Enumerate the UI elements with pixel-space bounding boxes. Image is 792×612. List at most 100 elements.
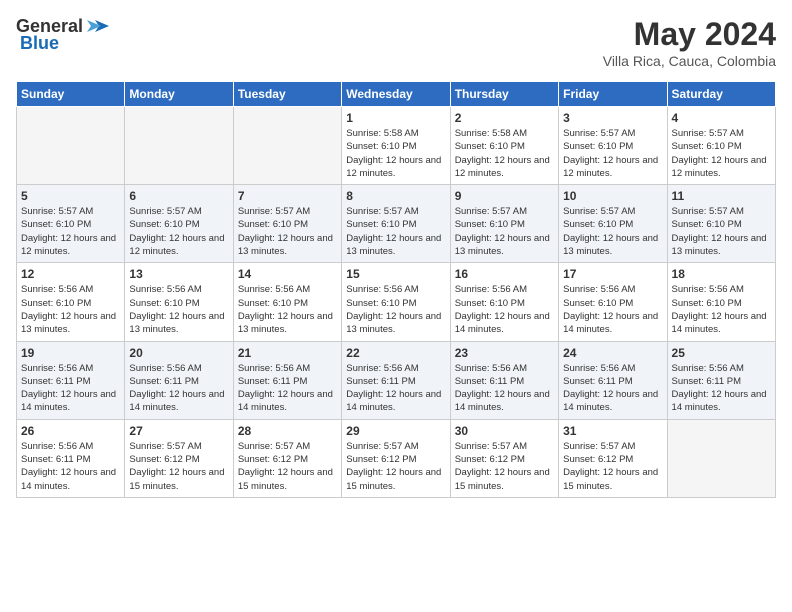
day-info: Sunrise: 5:56 AMSunset: 6:10 PMDaylight:… bbox=[129, 283, 228, 336]
day-info: Sunrise: 5:57 AMSunset: 6:10 PMDaylight:… bbox=[672, 127, 771, 180]
calendar-table: Sunday Monday Tuesday Wednesday Thursday… bbox=[16, 81, 776, 498]
day-number: 2 bbox=[455, 111, 554, 125]
table-row: 18 Sunrise: 5:56 AMSunset: 6:10 PMDayligh… bbox=[667, 263, 775, 341]
table-row: 8 Sunrise: 5:57 AMSunset: 6:10 PMDaylight… bbox=[342, 185, 450, 263]
day-info: Sunrise: 5:56 AMSunset: 6:11 PMDaylight:… bbox=[346, 362, 445, 415]
logo-blue: Blue bbox=[20, 33, 59, 54]
day-info: Sunrise: 5:57 AMSunset: 6:10 PMDaylight:… bbox=[563, 127, 662, 180]
logo-bird-icon bbox=[87, 18, 109, 36]
table-row: 23 Sunrise: 5:56 AMSunset: 6:11 PMDayligh… bbox=[450, 341, 558, 419]
day-number: 19 bbox=[21, 346, 120, 360]
col-wednesday: Wednesday bbox=[342, 82, 450, 107]
table-row: 1 Sunrise: 5:58 AMSunset: 6:10 PMDaylight… bbox=[342, 107, 450, 185]
day-info: Sunrise: 5:57 AMSunset: 6:10 PMDaylight:… bbox=[129, 205, 228, 258]
table-row: 12 Sunrise: 5:56 AMSunset: 6:10 PMDayligh… bbox=[17, 263, 125, 341]
day-number: 14 bbox=[238, 267, 337, 281]
col-tuesday: Tuesday bbox=[233, 82, 341, 107]
table-row: 25 Sunrise: 5:56 AMSunset: 6:11 PMDayligh… bbox=[667, 341, 775, 419]
table-row: 22 Sunrise: 5:56 AMSunset: 6:11 PMDayligh… bbox=[342, 341, 450, 419]
day-info: Sunrise: 5:57 AMSunset: 6:12 PMDaylight:… bbox=[563, 440, 662, 493]
day-number: 10 bbox=[563, 189, 662, 203]
logo: General Blue bbox=[16, 16, 109, 54]
day-number: 4 bbox=[672, 111, 771, 125]
table-row bbox=[667, 419, 775, 497]
table-row: 11 Sunrise: 5:57 AMSunset: 6:10 PMDayligh… bbox=[667, 185, 775, 263]
day-number: 15 bbox=[346, 267, 445, 281]
table-row: 3 Sunrise: 5:57 AMSunset: 6:10 PMDaylight… bbox=[559, 107, 667, 185]
table-row: 21 Sunrise: 5:56 AMSunset: 6:11 PMDayligh… bbox=[233, 341, 341, 419]
day-number: 11 bbox=[672, 189, 771, 203]
day-info: Sunrise: 5:57 AMSunset: 6:10 PMDaylight:… bbox=[238, 205, 337, 258]
table-row: 10Sunrise: 5:57 AMSunset: 6:10 PMDayligh… bbox=[559, 185, 667, 263]
table-row: 31 Sunrise: 5:57 AMSunset: 6:12 PMDayligh… bbox=[559, 419, 667, 497]
day-info: Sunrise: 5:57 AMSunset: 6:12 PMDaylight:… bbox=[238, 440, 337, 493]
day-info: Sunrise: 5:57 AMSunset: 6:10 PMDaylight:… bbox=[672, 205, 771, 258]
table-row: 17 Sunrise: 5:56 AMSunset: 6:10 PMDayligh… bbox=[559, 263, 667, 341]
col-saturday: Saturday bbox=[667, 82, 775, 107]
table-row: 13 Sunrise: 5:56 AMSunset: 6:10 PMDayligh… bbox=[125, 263, 233, 341]
calendar-week-row: 26Sunrise: 5:56 AMSunset: 6:11 PMDayligh… bbox=[17, 419, 776, 497]
table-row: 28 Sunrise: 5:57 AMSunset: 6:12 PMDayligh… bbox=[233, 419, 341, 497]
table-row: 4 Sunrise: 5:57 AMSunset: 6:10 PMDaylight… bbox=[667, 107, 775, 185]
table-row: 14 Sunrise: 5:56 AMSunset: 6:10 PMDayligh… bbox=[233, 263, 341, 341]
day-info: Sunrise: 5:56 AMSunset: 6:11 PMDaylight:… bbox=[129, 362, 228, 415]
day-info: Sunrise: 5:56 AMSunset: 6:11 PMDaylight:… bbox=[563, 362, 662, 415]
day-number: 24 bbox=[563, 346, 662, 360]
day-number: 26 bbox=[21, 424, 120, 438]
table-row: 9Sunrise: 5:57 AMSunset: 6:10 PMDaylight… bbox=[450, 185, 558, 263]
day-info: Sunrise: 5:57 AMSunset: 6:12 PMDaylight:… bbox=[455, 440, 554, 493]
day-info: Sunrise: 5:58 AMSunset: 6:10 PMDaylight:… bbox=[346, 127, 445, 180]
day-info: Sunrise: 5:56 AMSunset: 6:10 PMDaylight:… bbox=[563, 283, 662, 336]
day-number: 23 bbox=[455, 346, 554, 360]
day-info: Sunrise: 5:56 AMSunset: 6:10 PMDaylight:… bbox=[455, 283, 554, 336]
day-number: 8 bbox=[346, 189, 445, 203]
day-info: Sunrise: 5:56 AMSunset: 6:11 PMDaylight:… bbox=[672, 362, 771, 415]
day-number: 30 bbox=[455, 424, 554, 438]
day-info: Sunrise: 5:56 AMSunset: 6:11 PMDaylight:… bbox=[21, 362, 120, 415]
day-number: 31 bbox=[563, 424, 662, 438]
day-number: 25 bbox=[672, 346, 771, 360]
table-row: 29Sunrise: 5:57 AMSunset: 6:12 PMDayligh… bbox=[342, 419, 450, 497]
day-info: Sunrise: 5:57 AMSunset: 6:12 PMDaylight:… bbox=[346, 440, 445, 493]
location-subtitle: Villa Rica, Cauca, Colombia bbox=[603, 53, 776, 69]
calendar-header-row: Sunday Monday Tuesday Wednesday Thursday… bbox=[17, 82, 776, 107]
page-header: General Blue May 2024 Villa Rica, Cauca,… bbox=[16, 16, 776, 69]
calendar-week-row: 12 Sunrise: 5:56 AMSunset: 6:10 PMDayligh… bbox=[17, 263, 776, 341]
day-number: 16 bbox=[455, 267, 554, 281]
day-info: Sunrise: 5:57 AMSunset: 6:10 PMDaylight:… bbox=[346, 205, 445, 258]
day-number: 17 bbox=[563, 267, 662, 281]
calendar-week-row: 5Sunrise: 5:57 AMSunset: 6:10 PMDaylight… bbox=[17, 185, 776, 263]
day-number: 3 bbox=[563, 111, 662, 125]
month-year-title: May 2024 bbox=[603, 16, 776, 53]
table-row bbox=[17, 107, 125, 185]
day-number: 7 bbox=[238, 189, 337, 203]
day-number: 20 bbox=[129, 346, 228, 360]
day-number: 22 bbox=[346, 346, 445, 360]
day-info: Sunrise: 5:56 AMSunset: 6:10 PMDaylight:… bbox=[21, 283, 120, 336]
day-number: 27 bbox=[129, 424, 228, 438]
table-row bbox=[233, 107, 341, 185]
table-row: 27Sunrise: 5:57 AMSunset: 6:12 PMDayligh… bbox=[125, 419, 233, 497]
day-number: 9 bbox=[455, 189, 554, 203]
day-number: 1 bbox=[346, 111, 445, 125]
day-number: 12 bbox=[21, 267, 120, 281]
day-number: 18 bbox=[672, 267, 771, 281]
col-sunday: Sunday bbox=[17, 82, 125, 107]
table-row: 19 Sunrise: 5:56 AMSunset: 6:11 PMDayligh… bbox=[17, 341, 125, 419]
day-number: 13 bbox=[129, 267, 228, 281]
day-info: Sunrise: 5:57 AMSunset: 6:10 PMDaylight:… bbox=[21, 205, 120, 258]
day-info: Sunrise: 5:58 AMSunset: 6:10 PMDaylight:… bbox=[455, 127, 554, 180]
day-info: Sunrise: 5:56 AMSunset: 6:10 PMDaylight:… bbox=[672, 283, 771, 336]
day-info: Sunrise: 5:56 AMSunset: 6:11 PMDaylight:… bbox=[455, 362, 554, 415]
table-row bbox=[125, 107, 233, 185]
day-number: 28 bbox=[238, 424, 337, 438]
day-info: Sunrise: 5:56 AMSunset: 6:10 PMDaylight:… bbox=[238, 283, 337, 336]
day-info: Sunrise: 5:56 AMSunset: 6:10 PMDaylight:… bbox=[346, 283, 445, 336]
table-row: 16 Sunrise: 5:56 AMSunset: 6:10 PMDayligh… bbox=[450, 263, 558, 341]
table-row: 7 Sunrise: 5:57 AMSunset: 6:10 PMDaylight… bbox=[233, 185, 341, 263]
day-number: 21 bbox=[238, 346, 337, 360]
table-row: 15 Sunrise: 5:56 AMSunset: 6:10 PMDayligh… bbox=[342, 263, 450, 341]
day-info: Sunrise: 5:56 AMSunset: 6:11 PMDaylight:… bbox=[238, 362, 337, 415]
table-row: 2 Sunrise: 5:58 AMSunset: 6:10 PMDaylight… bbox=[450, 107, 558, 185]
table-row: 5Sunrise: 5:57 AMSunset: 6:10 PMDaylight… bbox=[17, 185, 125, 263]
